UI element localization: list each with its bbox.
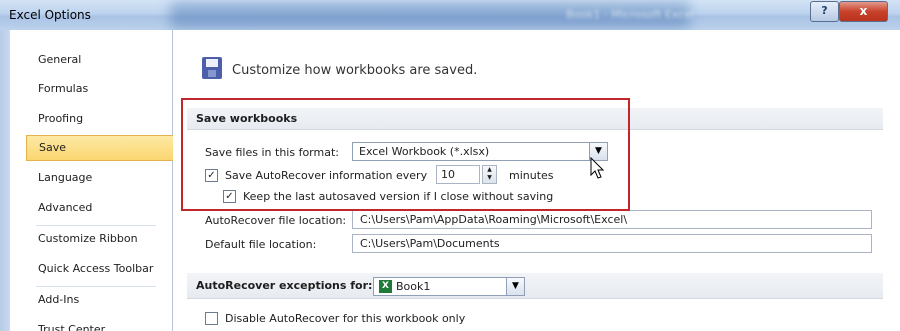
floppy-label	[206, 59, 218, 67]
sidebar-item-language[interactable]: Language	[26, 165, 174, 191]
exceptions-workbook-value: Book1	[396, 280, 431, 293]
disable-autorecover-checkbox[interactable]	[205, 312, 218, 325]
sidebar-item-proofing[interactable]: Proofing	[26, 106, 174, 132]
default-location-label: Default file location:	[205, 238, 317, 251]
window-frame-left	[0, 30, 10, 331]
sidebar-item-general[interactable]: General	[26, 47, 174, 73]
options-sidebar: General Formulas Proofing Save Language …	[10, 30, 174, 331]
exceptions-label: AutoRecover exceptions for:	[196, 279, 373, 292]
excel-workbook-icon: X	[379, 280, 392, 293]
page-heading: Customize how workbooks are saved.	[232, 63, 478, 78]
sidebar-item-formulas[interactable]: Formulas	[26, 76, 174, 102]
mouse-pointer-icon	[590, 157, 605, 179]
autorecover-location-label: AutoRecover file location:	[205, 214, 347, 227]
background-window-title: Book1 - Microsoft Excel	[566, 8, 695, 21]
close-button[interactable]: x	[839, 1, 888, 22]
highlight-box	[181, 98, 630, 211]
dialog-title: Excel Options	[9, 8, 91, 22]
excel-options-dialog: Excel Options Book1 - Microsoft Excel ? …	[0, 0, 900, 331]
chevron-down-icon[interactable]: ▼	[506, 278, 524, 295]
disable-autorecover-label: Disable AutoRecover for this workbook on…	[225, 312, 466, 325]
sidebar-item-add-ins[interactable]: Add-Ins	[26, 287, 174, 313]
help-button[interactable]: ?	[810, 1, 839, 22]
sidebar-item-advanced[interactable]: Advanced	[26, 195, 174, 221]
sidebar-item-quick-access-toolbar[interactable]: Quick Access Toolbar	[26, 256, 174, 282]
default-location-input[interactable]: C:\Users\Pam\Documents	[352, 234, 872, 253]
section-header-autorecover-exceptions: AutoRecover exceptions for:	[187, 273, 883, 299]
sidebar-item-customize-ribbon[interactable]: Customize Ribbon	[26, 226, 174, 252]
exceptions-workbook-dropdown[interactable]: X Book1 ▼	[373, 277, 525, 296]
sidebar-item-trust-center[interactable]: Trust Center	[26, 317, 174, 331]
floppy-shutter	[208, 70, 216, 77]
floppy-disk-icon	[202, 57, 222, 79]
autorecover-location-input[interactable]: C:\Users\Pam\AppData\Roaming\Microsoft\E…	[352, 210, 872, 229]
sidebar-item-save[interactable]: Save	[26, 135, 174, 161]
title-bar[interactable]: Excel Options Book1 - Microsoft Excel ? …	[0, 0, 900, 30]
